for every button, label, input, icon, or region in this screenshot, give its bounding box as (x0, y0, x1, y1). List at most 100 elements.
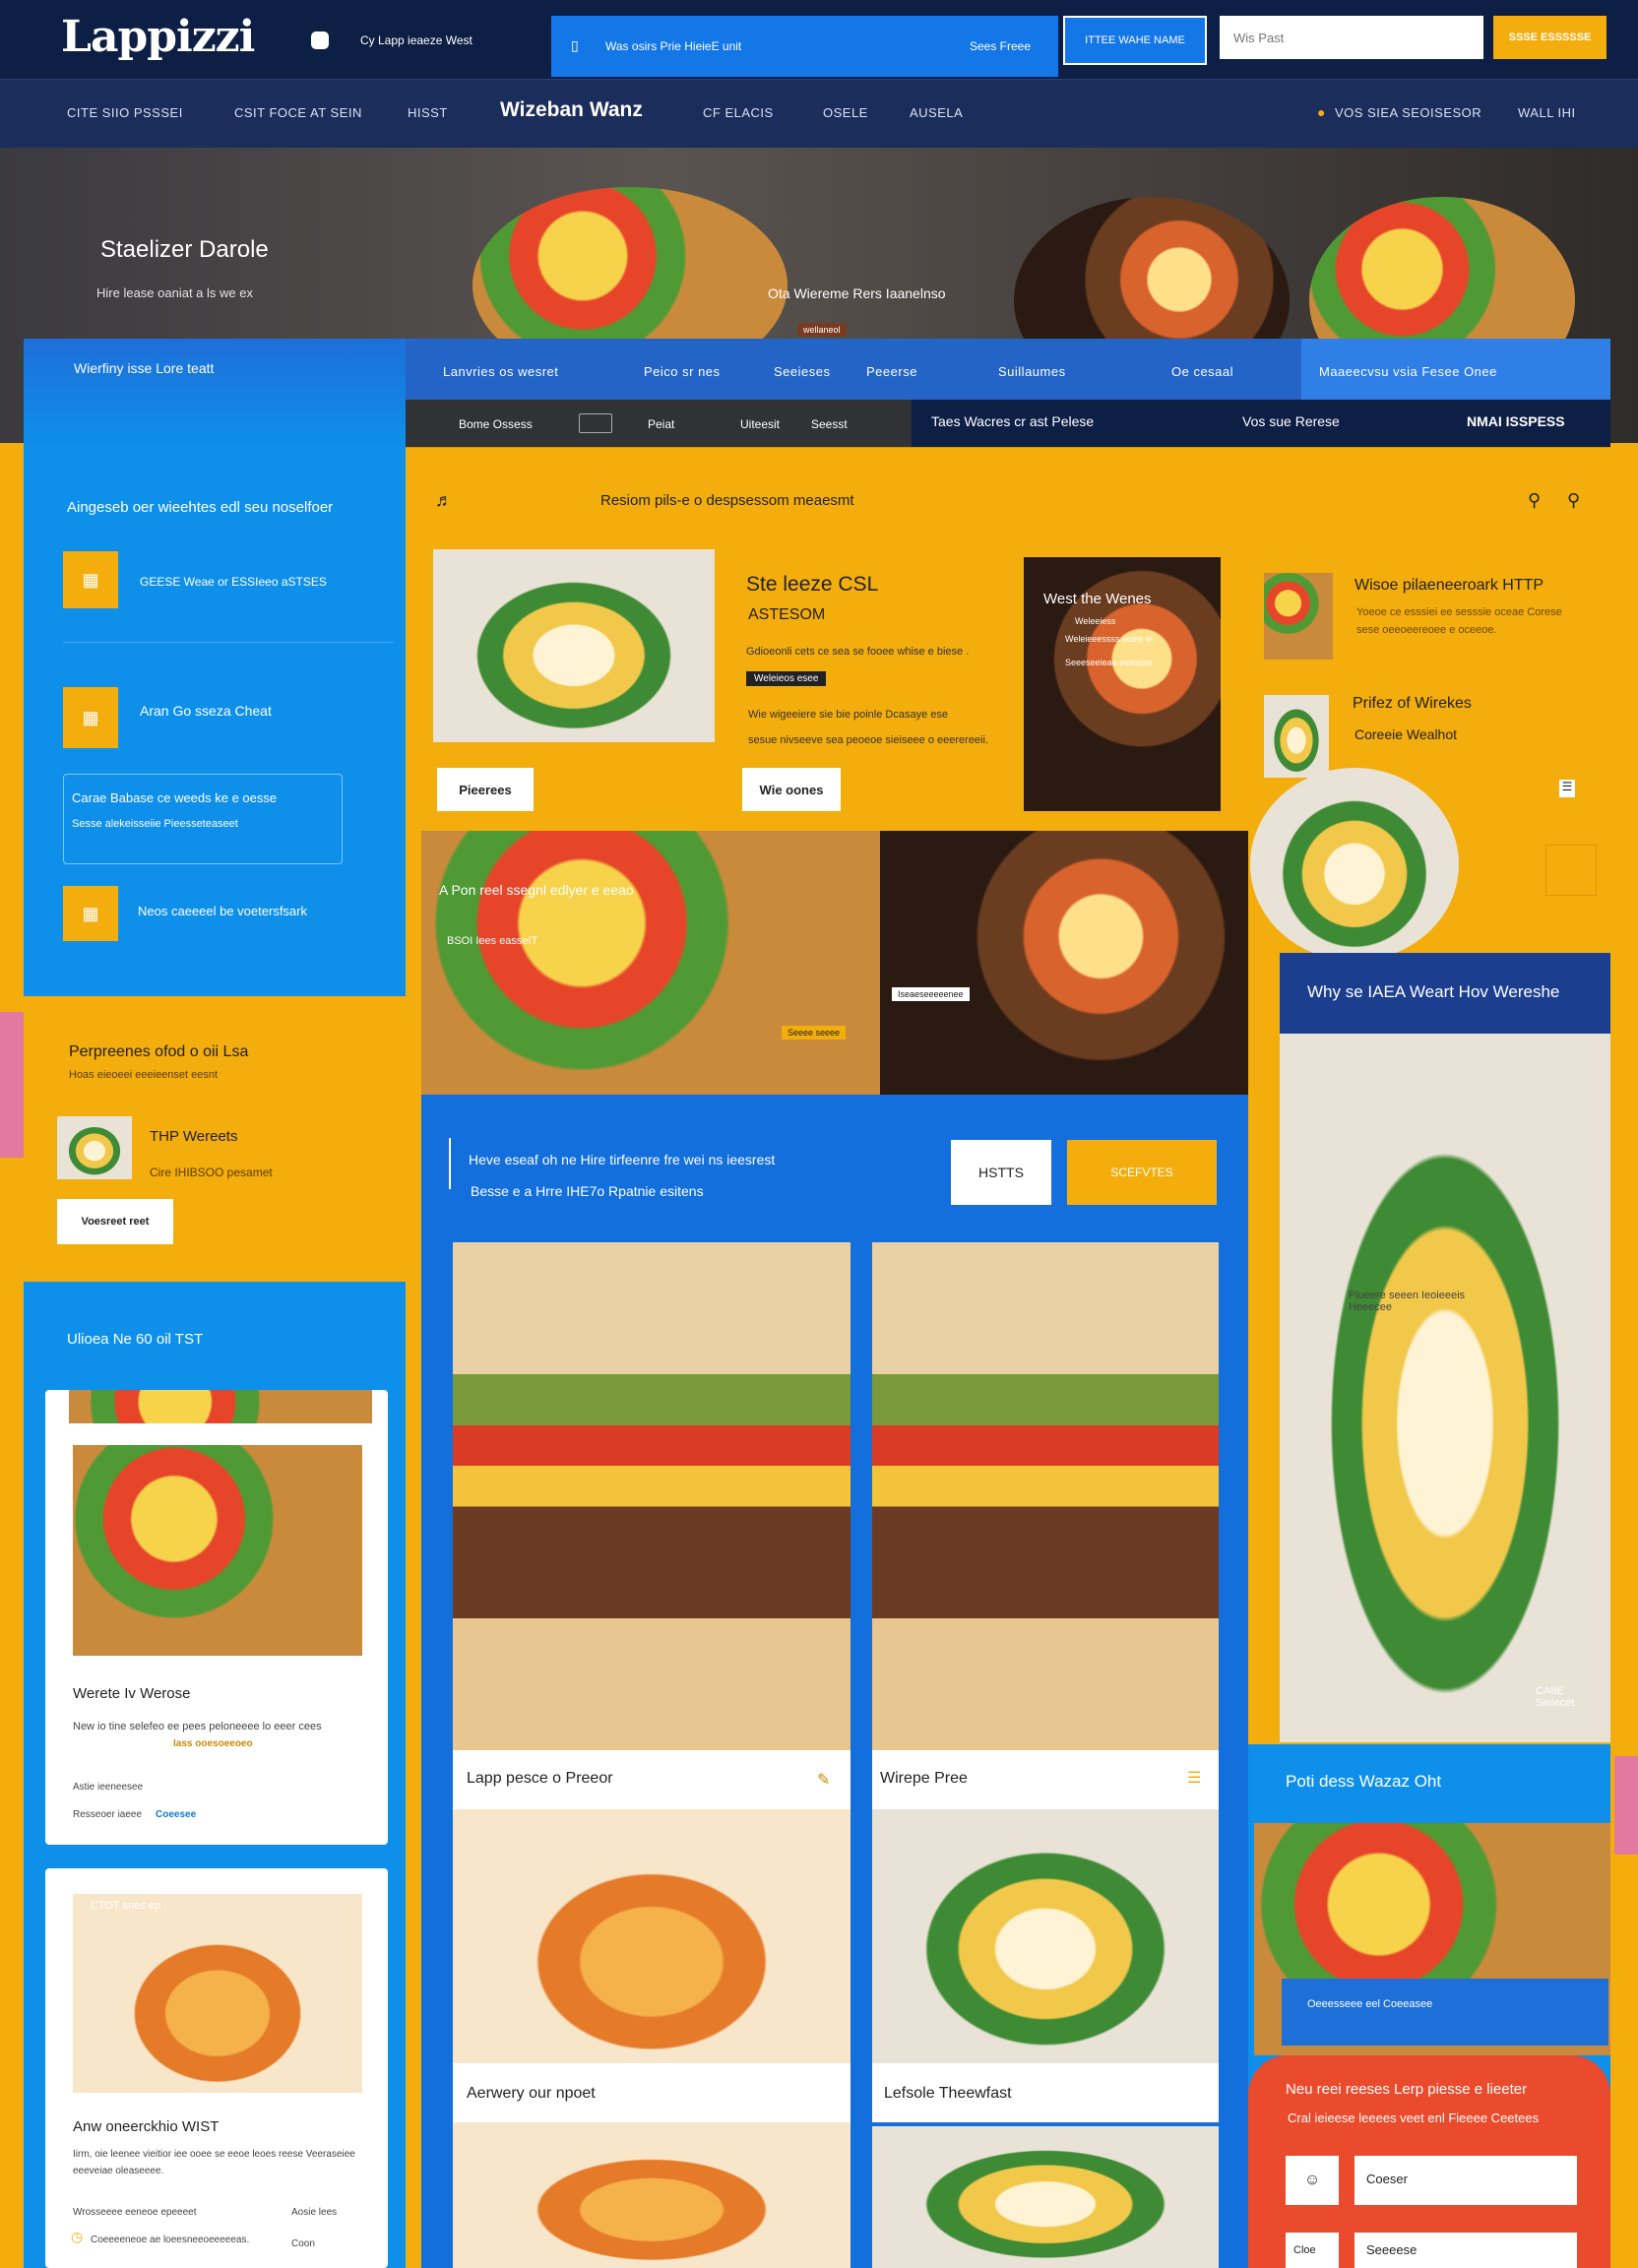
divider (63, 642, 394, 643)
center-header-text: Resiom pils-e o despsessom meaesmt (600, 492, 854, 509)
app-icon (311, 32, 329, 49)
promo-banner[interactable]: ▯ Was osirs Prie HieieE unit Sees Freee (551, 16, 1058, 77)
product-image-1 (453, 1242, 850, 1750)
tab-7[interactable]: Maaeecvsu vsia Fesee Onee (1319, 364, 1497, 379)
product-name-1: Lapp pesce o Preeor (467, 1770, 613, 1787)
left-card-2-foot-3: Coeeeeneoe ae loeesneeoeeeeeas. (91, 2235, 250, 2245)
feature-button-1[interactable]: Pieerees (437, 768, 534, 811)
feature-button-2[interactable]: Wie oones (742, 768, 841, 811)
cta-button-2[interactable]: SCEFVTES (1067, 1140, 1217, 1205)
product-image-2 (872, 1242, 1219, 1750)
list-thumb-2 (1264, 695, 1329, 778)
left-card-1-meta-1: Astie ieeneesee (73, 1782, 144, 1793)
cta-line-1: Heve eseaf oh ne Hire tirfeenre fre wei … (469, 1152, 776, 1167)
why-corner: CAIIE Sielecet (1536, 1685, 1575, 1709)
left-item-2[interactable]: Aran Go sseza Cheat (140, 703, 272, 719)
nav-link-3[interactable]: HISST (408, 105, 448, 120)
tab-6[interactable]: Oe cesaal (1171, 364, 1233, 379)
subtab-3[interactable]: Uiteesit (740, 417, 780, 431)
info-box-line-1: Carae Babase ce weeds ke e oesse (72, 790, 278, 805)
left-card-1-banner (69, 1390, 372, 1423)
list-item-1-desc: Yoeoe ce esssiei ee sesssie oceae Corese… (1356, 606, 1562, 636)
product-image-4 (872, 1809, 1219, 2063)
subtab-2[interactable]: Peiat (648, 417, 674, 431)
list-item-1-title[interactable]: Wisoe pilaeneeroark HTTP (1354, 577, 1544, 595)
outline-button[interactable]: ITTEE WAHE NAME (1063, 16, 1207, 65)
bookmark-icon[interactable]: ✎ (817, 1770, 830, 1790)
nav-link-5[interactable]: OSELE (823, 105, 868, 120)
strip-text-2: Vos sue Rerese (1242, 413, 1340, 429)
left-item-1[interactable]: GEESE Weae or ESSIeeo aSTSES (140, 575, 327, 589)
feature-badge: Weleieos esee (746, 671, 827, 686)
list-item-2-title[interactable]: Prifez of Wirekes (1353, 695, 1472, 713)
search-input[interactable] (1220, 16, 1483, 59)
logo[interactable]: Lappizzi (61, 12, 255, 62)
left-panel-subheading: Aingeseb oer wieehtes edl seu noselfoer (67, 499, 334, 516)
strip-small-label-2: Seeee seeee (782, 1026, 847, 1040)
nav-link-6[interactable]: AUSELA (910, 105, 963, 120)
tab-5[interactable]: Suillaumes (998, 364, 1066, 379)
location-icon: ● (1317, 104, 1326, 120)
tab-4[interactable]: Peeerse (866, 364, 917, 379)
nav-link-2[interactable]: CSIT FOCE AT SEIN (234, 105, 362, 120)
left-card-1-image (73, 1445, 362, 1656)
left-card-2-title: Anw oneerckhio WIST (73, 2118, 220, 2135)
cta-accent-line (449, 1138, 451, 1189)
primary-cta-button[interactable]: SSSE ESSSSSE (1493, 16, 1606, 59)
feature-icon-1: ▦ (63, 551, 118, 608)
newsletter-title: Neu reei reeses Lerp piesse e lieeter (1286, 2081, 1528, 2098)
nav-account-link[interactable]: WALL IHI (1518, 105, 1576, 120)
promo-card-title: West the Wenes (1043, 591, 1152, 607)
feature-image-1 (433, 549, 715, 742)
left-yellow-button[interactable]: Voesreet reet (57, 1199, 173, 1244)
promo-card-line-3: Seeeseeieae eeieeise (1065, 658, 1153, 667)
cta-button-1[interactable]: HSTTS (951, 1140, 1051, 1205)
left-card-2-foot-4: Coon (291, 2238, 315, 2249)
feature-desc-2: Wie wigeeiere sie bie poinle Dcasaye ese (748, 709, 948, 721)
product-name-2: Wirepe Pree (880, 1770, 968, 1787)
promo-left-text: Was osirs Prie HieieE unit (605, 39, 742, 53)
list-icon[interactable]: ☰ (1187, 1768, 1201, 1788)
feature-desc-3: sesue nivseeve sea peoeoe sieiseee o eee… (748, 734, 988, 746)
promo-card-line-1: Weleeiess (1075, 616, 1116, 626)
tab-1[interactable]: Lanvries os wesret (443, 364, 558, 379)
subtab-1[interactable]: Bome Ossess (459, 417, 533, 431)
info-box[interactable]: Carae Babase ce weeds ke e oesse Sesse a… (63, 774, 343, 864)
left-yellow-item[interactable]: THP Wereets (150, 1128, 237, 1145)
newsletter-field-1[interactable]: Coeser (1354, 2156, 1577, 2205)
nav-right-link[interactable]: VOS SIEA SEOISESOR (1335, 105, 1481, 120)
why-image (1280, 1034, 1610, 1742)
user-icon: ☺ (1286, 2156, 1339, 2205)
expand-icon[interactable] (1545, 845, 1597, 896)
search-icon[interactable]: ⚲ (1528, 490, 1541, 511)
hero-caption-badge: wellaneol (797, 323, 847, 337)
nav-center-title[interactable]: Wizeban Wanz (500, 98, 643, 122)
hero-title: Staelizer Darole (100, 236, 269, 263)
nav-link-4[interactable]: CF ELACIS (703, 105, 774, 120)
feature-icon-2: ▦ (63, 687, 118, 748)
product-image-6 (872, 2126, 1219, 2268)
phone-icon: ▯ (571, 37, 579, 53)
left-yellow-item-sub: Cire IHIBSOO pesamet (150, 1166, 273, 1179)
clock-icon: ◷ (71, 2229, 84, 2244)
newsletter-field-2[interactable]: Seeeese (1354, 2233, 1577, 2268)
newsletter-sub: Cral ieieese leeees veet enl Fieeee Ceet… (1288, 2110, 1540, 2125)
subtab-4[interactable]: Seesst (811, 417, 848, 431)
menu-icon[interactable]: ☰ (1559, 780, 1575, 797)
feature-title: Ste leeze CSL (746, 573, 879, 596)
left-item-3[interactable]: Neos caeeeel be voetersfsark (138, 904, 307, 918)
left-card-1-link[interactable]: Iass ooesoeeoeo (173, 1738, 253, 1749)
strip-image-2 (880, 831, 1248, 1095)
left-card-1-meta-link[interactable]: Coeesee (156, 1809, 196, 1820)
list-item-2-desc: Coreeie Wealhot (1354, 726, 1458, 742)
nav-link-1[interactable]: CITE SIIO PSSSEI (67, 105, 183, 120)
strip-text-3: NMAI ISSPESS (1467, 413, 1565, 429)
why-caption: Plueere seeen Ieoieeeis Heeecee (1349, 1290, 1466, 1313)
leaf-icon: ♬ (435, 490, 453, 510)
tab-2[interactable]: Peico sr nes (644, 364, 721, 379)
brand-tagline: Cy Lapp ieaeze West (360, 33, 472, 47)
left-card-2-foot-1: Wrosseeee eeneoe epeeeet (73, 2207, 197, 2218)
cart-icon[interactable]: ⚲ (1567, 490, 1580, 511)
tab-3[interactable]: Seeieses (774, 364, 830, 379)
promo-right-text: Sees Freee (970, 39, 1032, 53)
